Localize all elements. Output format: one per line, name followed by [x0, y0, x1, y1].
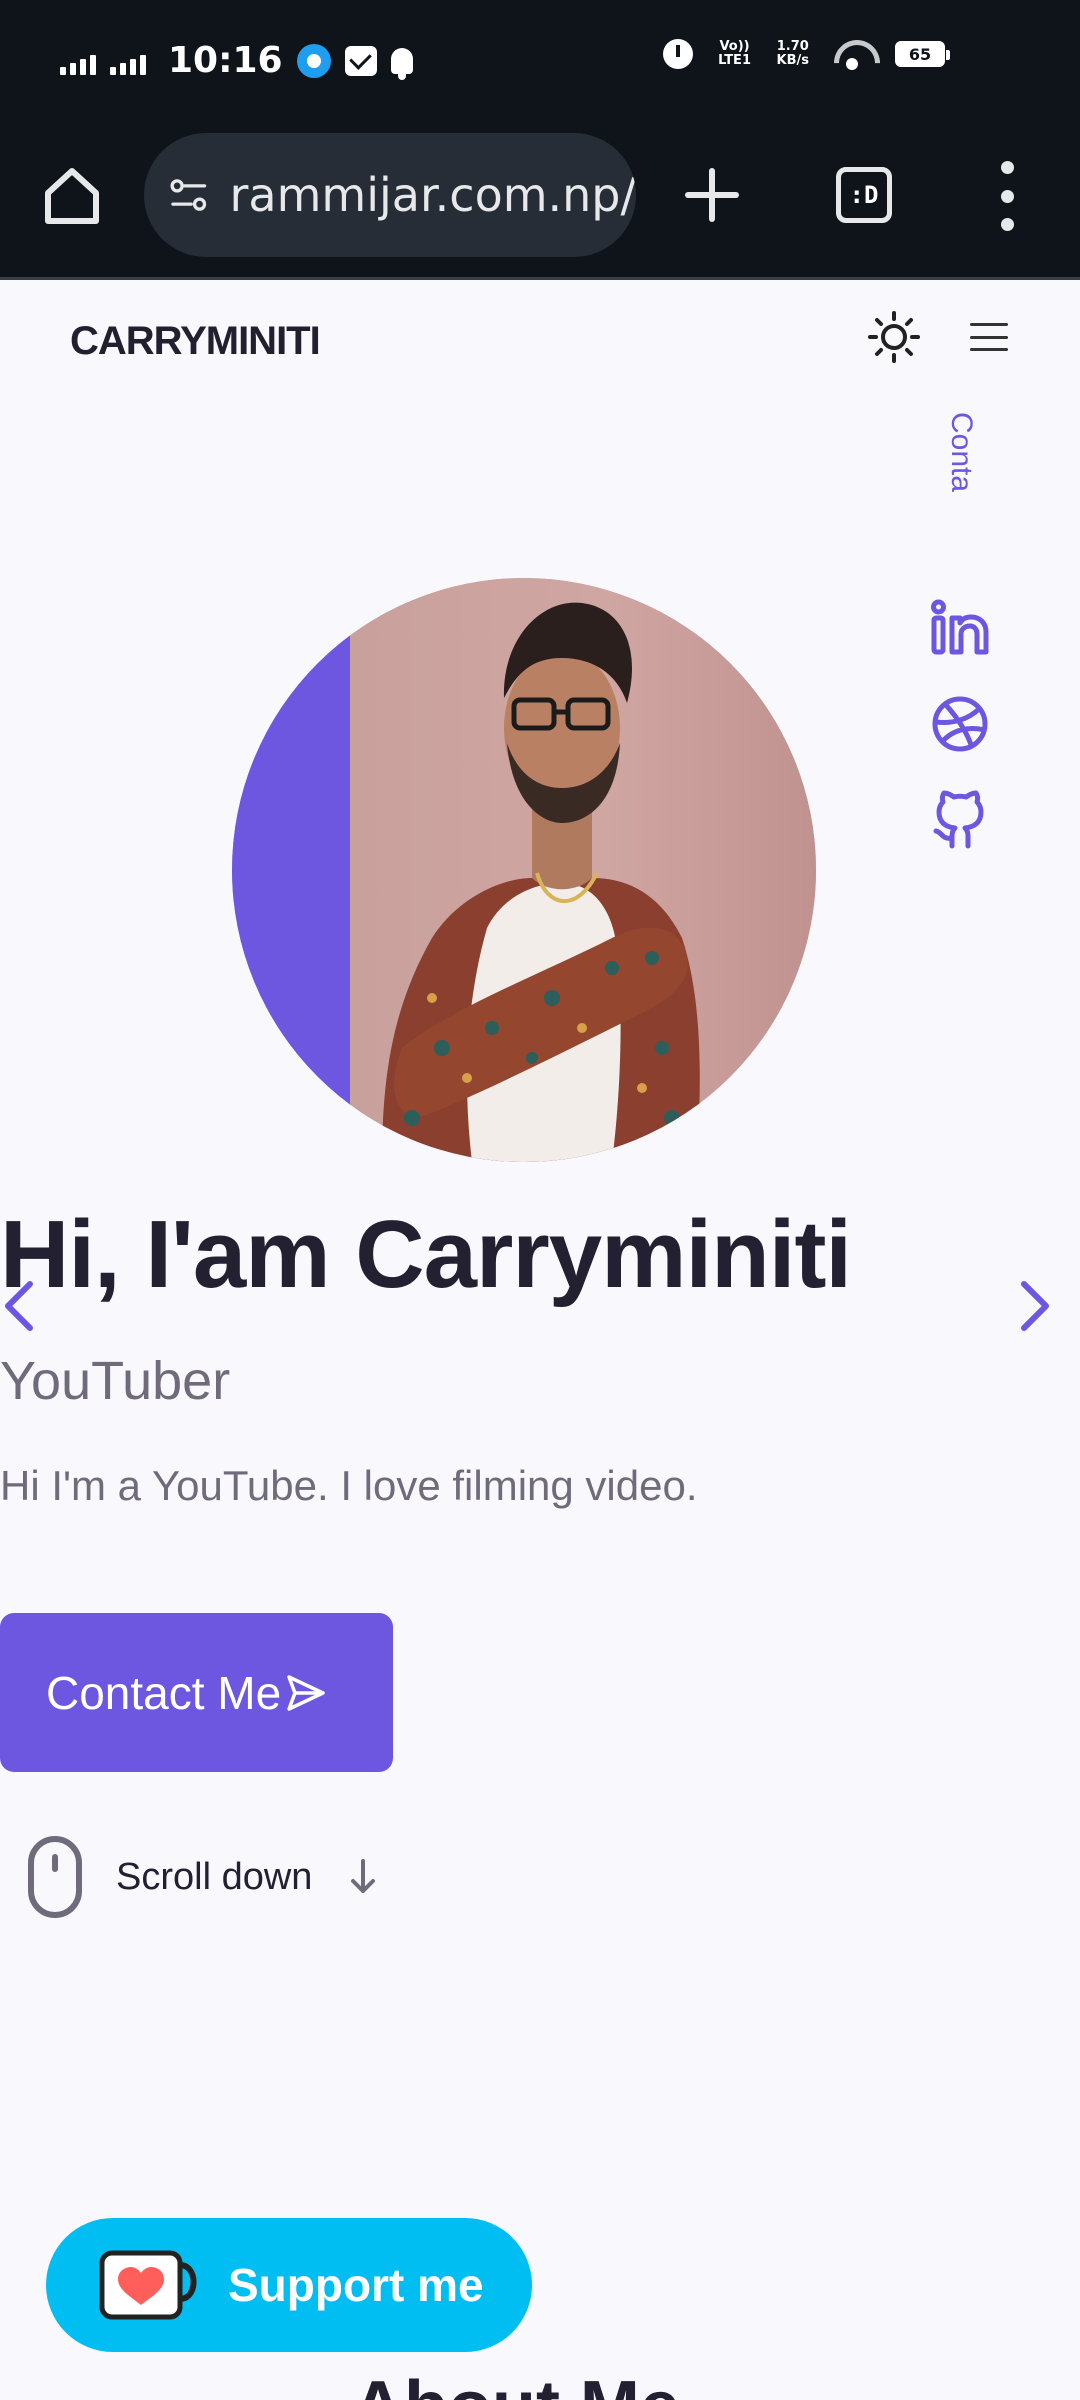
- site-header: CARRYMINITI: [0, 283, 1080, 403]
- hero-role: YouTuber: [0, 1351, 231, 1411]
- new-tab-icon[interactable]: [680, 163, 744, 227]
- vertical-contact-link[interactable]: Contact Me: [940, 412, 980, 492]
- dribbble-icon[interactable]: [928, 692, 992, 756]
- signal-icon: [60, 47, 96, 75]
- about-heading: About Me: [352, 2366, 680, 2400]
- browser-menu-icon[interactable]: [996, 161, 1018, 231]
- status-bar: 10:16 Vo)) LTE1 1.70 KB/s 65: [0, 0, 1080, 125]
- browser-toolbar: rammijar.com.np/ :D: [0, 125, 1080, 275]
- wifi-icon: [831, 38, 873, 70]
- mail-notification-icon: [344, 45, 377, 76]
- home-icon[interactable]: [40, 163, 104, 227]
- network-type: Vo)) LTE1: [718, 39, 751, 68]
- site-logo[interactable]: CARRYMINITI: [70, 319, 321, 364]
- mouse-icon: [28, 1836, 82, 1918]
- vertical-contact-label: Contact Me: [945, 412, 978, 492]
- browser-chrome: 10:16 Vo)) LTE1 1.70 KB/s 65 rammijar.co…: [0, 0, 1080, 280]
- tab-switcher-button[interactable]: :D: [836, 167, 892, 223]
- person-illustration: [382, 602, 700, 1162]
- signal-icon: [110, 47, 146, 75]
- hero-title: Hi, I'am Carryminiti: [0, 1201, 852, 1308]
- url-text: rammijar.com.np/: [229, 168, 637, 222]
- address-bar[interactable]: rammijar.com.np/: [144, 133, 636, 257]
- scroll-down-link[interactable]: Scroll down: [28, 1832, 378, 1922]
- site-settings-icon[interactable]: [168, 170, 210, 220]
- profile-photo: [232, 578, 816, 1162]
- social-links: [928, 596, 992, 884]
- bell-icon: [390, 47, 413, 80]
- arrow-down-icon: [351, 1859, 376, 1893]
- contact-me-button[interactable]: Contact Me: [0, 1613, 393, 1772]
- battery-icon: 65: [895, 41, 950, 67]
- send-icon: [287, 1674, 325, 1711]
- support-me-button[interactable]: Support me: [46, 2218, 532, 2352]
- theme-toggle-sun-icon[interactable]: [864, 307, 924, 367]
- network-speed: 1.70 KB/s: [777, 40, 809, 68]
- hamburger-menu-icon[interactable]: [966, 317, 1012, 357]
- scroll-down-label: Scroll down: [116, 1855, 313, 1898]
- battery-level: 65: [898, 44, 942, 64]
- alarm-icon: [662, 39, 693, 69]
- app-notification-icon: [296, 43, 331, 78]
- contact-me-label: Contact Me: [46, 1666, 282, 1719]
- network-speed-unit: KB/s: [776, 53, 809, 68]
- support-me-label: Support me: [228, 2259, 484, 2311]
- network-speed-value: 1.70: [776, 39, 809, 54]
- linkedin-icon[interactable]: [928, 596, 992, 660]
- hero-description: Hi I'm a YouTube. I love filming video.: [0, 1462, 698, 1509]
- status-time: 10:16: [168, 40, 283, 81]
- ko-fi-cup-icon: [99, 2250, 197, 2320]
- github-icon[interactable]: [928, 788, 992, 852]
